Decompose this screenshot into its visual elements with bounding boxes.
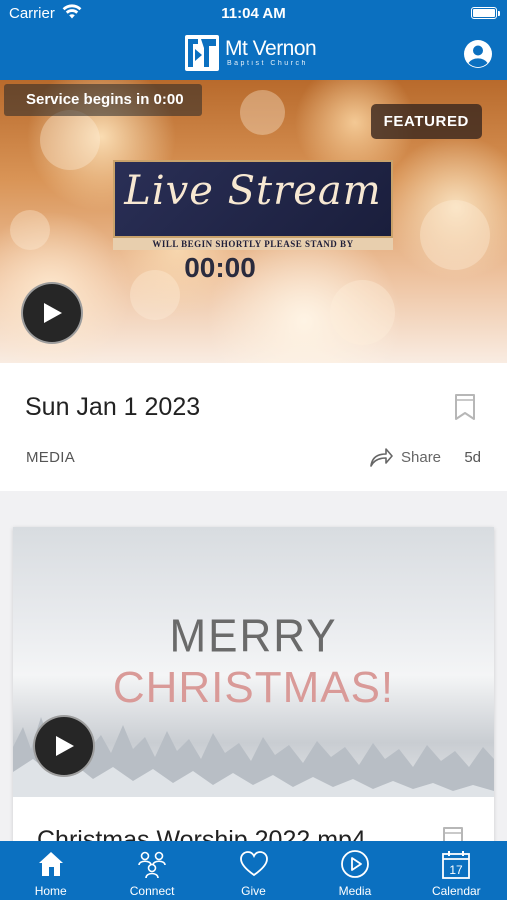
live-stream-banner: WILL BEGIN SHORTLY PLEASE STAND BY	[113, 238, 393, 250]
logo-mark-icon	[185, 35, 219, 71]
tab-label: Calendar	[431, 884, 481, 898]
battery-icon	[471, 7, 500, 19]
top-bar: Carrier 11:04 AM Mt Vernon Baptist Churc…	[0, 0, 507, 80]
share-button[interactable]: Share	[369, 446, 441, 468]
tab-calendar[interactable]: 17 Calendar	[406, 841, 507, 900]
home-icon	[38, 852, 63, 876]
play-icon	[44, 303, 62, 323]
calendar-day: 17	[450, 863, 464, 877]
user-circle-icon[interactable]	[463, 39, 493, 69]
tab-label: Home	[34, 884, 67, 898]
item-title[interactable]: Sun Jan 1 2023	[25, 393, 200, 422]
heart-icon	[239, 851, 268, 877]
share-label: Share	[401, 448, 442, 466]
tab-home[interactable]: Home	[0, 841, 101, 900]
play-button[interactable]	[33, 715, 95, 777]
logo-subtitle: Baptist Church	[227, 60, 308, 67]
tab-connect[interactable]: Connect	[101, 841, 202, 900]
clock: 11:04 AM	[221, 5, 286, 22]
tab-label: Give	[241, 884, 266, 898]
item-category: MEDIA	[26, 449, 76, 466]
tab-label: Connect	[129, 884, 175, 898]
item-age: 5d	[464, 449, 481, 466]
featured-badge: FEATURED	[370, 104, 482, 139]
featured-thumbnail[interactable]: Service begins in 0:00 FEATURED Live Str…	[0, 80, 507, 363]
featured-item-details[interactable]: Sun Jan 1 2023 MEDIA Share 5d	[0, 363, 507, 491]
status-bar: Carrier 11:04 AM	[0, 0, 507, 28]
tab-bar: Home Connect Give Media 17 Calendar	[0, 841, 507, 900]
tab-label: Media	[338, 884, 372, 898]
calendar-icon: 17	[442, 851, 471, 879]
media-card[interactable]: MERRY CHRISTMAS! Christmas Worship 2022.…	[13, 527, 494, 857]
people-icon	[138, 851, 166, 879]
thumbnail-christmas-text: CHRISTMAS!	[112, 663, 395, 712]
live-stream-countdown: 00:00	[184, 252, 256, 283]
play-button[interactable]	[21, 282, 83, 344]
live-stream-title: Live Stream	[124, 168, 382, 214]
church-logo[interactable]: Mt Vernon Baptist Church	[184, 33, 317, 73]
share-icon	[370, 448, 393, 467]
tab-give[interactable]: Give	[203, 841, 304, 900]
media-thumbnail[interactable]: MERRY CHRISTMAS!	[13, 527, 494, 797]
play-circle-icon	[341, 850, 369, 878]
thumbnail-merry-text: MERRY	[169, 610, 338, 663]
tab-media[interactable]: Media	[304, 841, 405, 900]
service-countdown-label: Service begins in 0:00	[4, 84, 202, 116]
play-icon	[56, 736, 74, 756]
logo-name: Mt Vernon	[225, 37, 317, 60]
live-stream-graphic: Live Stream	[113, 160, 393, 238]
bookmark-icon[interactable]	[454, 393, 476, 421]
